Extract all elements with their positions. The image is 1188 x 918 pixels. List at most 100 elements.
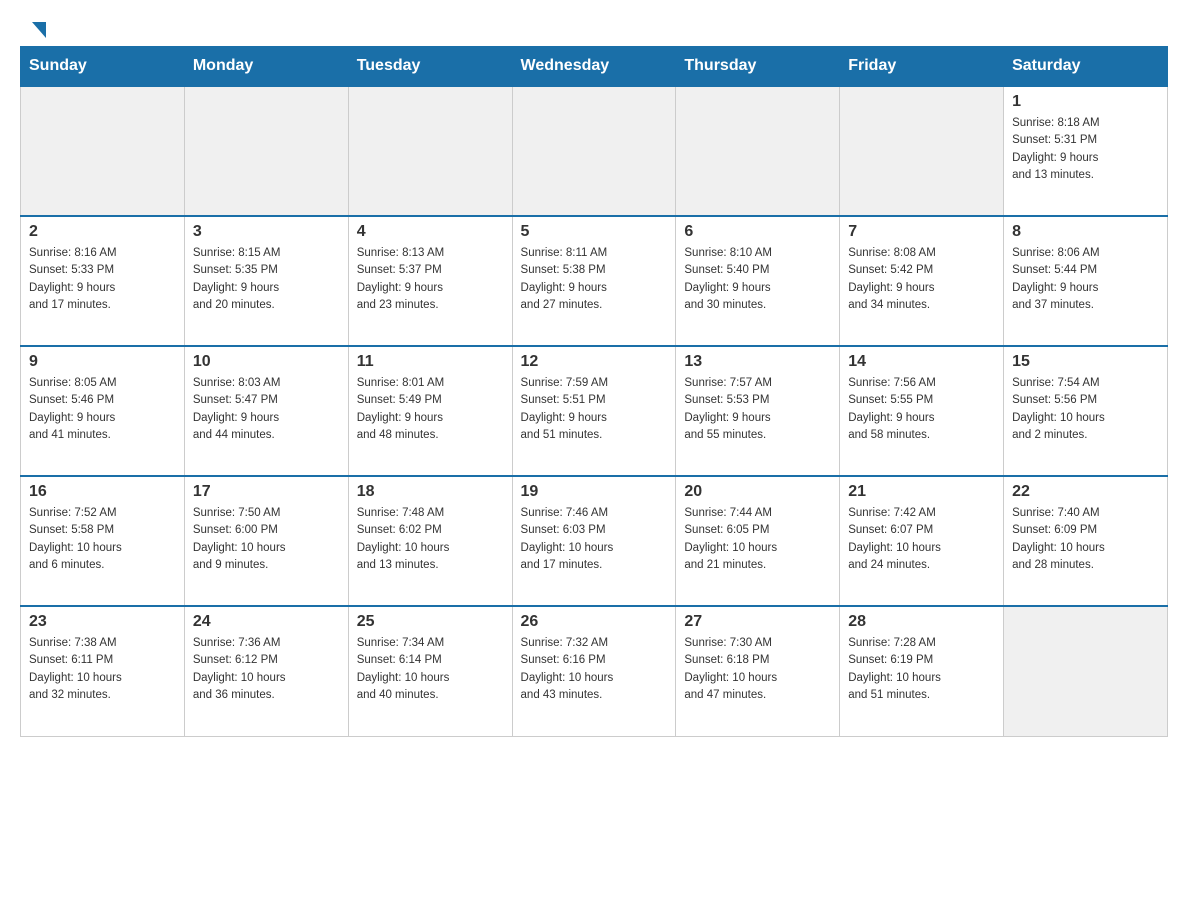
day-info: Sunrise: 7:38 AM Sunset: 6:11 PM Dayligh… (29, 635, 176, 704)
day-info: Sunrise: 8:18 AM Sunset: 5:31 PM Dayligh… (1012, 115, 1159, 184)
day-number: 22 (1012, 483, 1159, 501)
day-info: Sunrise: 7:52 AM Sunset: 5:58 PM Dayligh… (29, 505, 176, 574)
day-info: Sunrise: 8:01 AM Sunset: 5:49 PM Dayligh… (357, 375, 504, 444)
weekday-header-tuesday: Tuesday (348, 47, 512, 87)
day-number: 26 (521, 613, 668, 631)
weekday-header-monday: Monday (184, 47, 348, 87)
calendar-cell: 25 Sunrise: 7:34 AM Sunset: 6:14 PM Dayli… (348, 606, 512, 736)
day-number: 27 (684, 613, 831, 631)
calendar-week-1: 1 Sunrise: 8:18 AM Sunset: 5:31 PM Daylig… (21, 86, 1168, 216)
calendar-cell: 9 Sunrise: 8:05 AM Sunset: 5:46 PM Daylig… (21, 346, 185, 476)
calendar-cell: 15Sunrise: 7:54 AM Sunset: 5:56 PM Dayli… (1004, 346, 1168, 476)
calendar-cell: 16 Sunrise: 7:52 AM Sunset: 5:58 PM Dayli… (21, 476, 185, 606)
day-info: Sunrise: 7:56 AM Sunset: 5:55 PM Dayligh… (848, 375, 995, 444)
calendar-cell: 24Sunrise: 7:36 AM Sunset: 6:12 PM Dayli… (184, 606, 348, 736)
calendar-cell: 11 Sunrise: 8:01 AM Sunset: 5:49 PM Dayli… (348, 346, 512, 476)
logo (30, 20, 46, 36)
day-number: 6 (684, 223, 831, 241)
day-info: Sunrise: 8:10 AM Sunset: 5:40 PM Dayligh… (684, 245, 831, 314)
calendar-cell: 23 Sunrise: 7:38 AM Sunset: 6:11 PM Dayli… (21, 606, 185, 736)
weekday-header-sunday: Sunday (21, 47, 185, 87)
day-number: 25 (357, 613, 504, 631)
weekday-header-thursday: Thursday (676, 47, 840, 87)
calendar-header: SundayMondayTuesdayWednesdayThursdayFrid… (21, 47, 1168, 87)
day-info: Sunrise: 8:08 AM Sunset: 5:42 PM Dayligh… (848, 245, 995, 314)
day-info: Sunrise: 8:11 AM Sunset: 5:38 PM Dayligh… (521, 245, 668, 314)
calendar-cell (184, 86, 348, 216)
calendar-cell: 17 Sunrise: 7:50 AM Sunset: 6:00 PM Dayli… (184, 476, 348, 606)
calendar-cell: 6 Sunrise: 8:10 AM Sunset: 5:40 PM Daylig… (676, 216, 840, 346)
day-number: 20 (684, 483, 831, 501)
calendar-cell: 18Sunrise: 7:48 AM Sunset: 6:02 PM Dayli… (348, 476, 512, 606)
day-info: Sunrise: 8:05 AM Sunset: 5:46 PM Dayligh… (29, 375, 176, 444)
calendar-cell: 1 Sunrise: 8:18 AM Sunset: 5:31 PM Daylig… (1004, 86, 1168, 216)
day-number: 2 (29, 223, 176, 241)
day-info: Sunrise: 7:44 AM Sunset: 6:05 PM Dayligh… (684, 505, 831, 574)
day-info: Sunrise: 7:36 AM Sunset: 6:12 PM Dayligh… (193, 635, 340, 704)
calendar-body: 1 Sunrise: 8:18 AM Sunset: 5:31 PM Daylig… (21, 86, 1168, 736)
calendar-cell: 21 Sunrise: 7:42 AM Sunset: 6:07 PM Dayli… (840, 476, 1004, 606)
calendar-cell: 26 Sunrise: 7:32 AM Sunset: 6:16 PM Dayli… (512, 606, 676, 736)
calendar-cell (21, 86, 185, 216)
day-number: 4 (357, 223, 504, 241)
calendar-week-4: 16 Sunrise: 7:52 AM Sunset: 5:58 PM Dayli… (21, 476, 1168, 606)
day-number: 9 (29, 353, 176, 371)
weekday-header-saturday: Saturday (1004, 47, 1168, 87)
day-number: 3 (193, 223, 340, 241)
day-number: 17 (193, 483, 340, 501)
day-info: Sunrise: 7:32 AM Sunset: 6:16 PM Dayligh… (521, 635, 668, 704)
day-number: 8 (1012, 223, 1159, 241)
weekday-header-friday: Friday (840, 47, 1004, 87)
calendar-cell: 28Sunrise: 7:28 AM Sunset: 6:19 PM Dayli… (840, 606, 1004, 736)
day-number: 7 (848, 223, 995, 241)
calendar-cell: 20 Sunrise: 7:44 AM Sunset: 6:05 PM Dayli… (676, 476, 840, 606)
day-number: 21 (848, 483, 995, 501)
calendar-cell: 12 Sunrise: 7:59 AM Sunset: 5:51 PM Dayli… (512, 346, 676, 476)
logo-arrow-icon (32, 22, 46, 38)
day-info: Sunrise: 8:06 AM Sunset: 5:44 PM Dayligh… (1012, 245, 1159, 314)
day-number: 10 (193, 353, 340, 371)
calendar-cell: 4 Sunrise: 8:13 AM Sunset: 5:37 PM Daylig… (348, 216, 512, 346)
day-number: 1 (1012, 93, 1159, 111)
day-info: Sunrise: 8:03 AM Sunset: 5:47 PM Dayligh… (193, 375, 340, 444)
calendar-cell (348, 86, 512, 216)
header (0, 0, 1188, 46)
day-number: 11 (357, 353, 504, 371)
day-number: 16 (29, 483, 176, 501)
day-info: Sunrise: 7:50 AM Sunset: 6:00 PM Dayligh… (193, 505, 340, 574)
calendar-cell: 14Sunrise: 7:56 AM Sunset: 5:55 PM Dayli… (840, 346, 1004, 476)
day-info: Sunrise: 7:57 AM Sunset: 5:53 PM Dayligh… (684, 375, 831, 444)
calendar-cell: 5 Sunrise: 8:11 AM Sunset: 5:38 PM Daylig… (512, 216, 676, 346)
day-info: Sunrise: 7:59 AM Sunset: 5:51 PM Dayligh… (521, 375, 668, 444)
calendar-week-2: 2 Sunrise: 8:16 AM Sunset: 5:33 PM Daylig… (21, 216, 1168, 346)
calendar-cell (840, 86, 1004, 216)
day-number: 23 (29, 613, 176, 631)
calendar-wrapper: SundayMondayTuesdayWednesdayThursdayFrid… (0, 46, 1188, 757)
calendar-cell (1004, 606, 1168, 736)
day-info: Sunrise: 8:13 AM Sunset: 5:37 PM Dayligh… (357, 245, 504, 314)
day-number: 15 (1012, 353, 1159, 371)
calendar-cell (512, 86, 676, 216)
day-number: 12 (521, 353, 668, 371)
calendar-cell: 13Sunrise: 7:57 AM Sunset: 5:53 PM Dayli… (676, 346, 840, 476)
calendar-cell: 27Sunrise: 7:30 AM Sunset: 6:18 PM Dayli… (676, 606, 840, 736)
calendar-table: SundayMondayTuesdayWednesdayThursdayFrid… (20, 46, 1168, 737)
calendar-cell (676, 86, 840, 216)
weekday-header-wednesday: Wednesday (512, 47, 676, 87)
day-info: Sunrise: 7:34 AM Sunset: 6:14 PM Dayligh… (357, 635, 504, 704)
calendar-week-5: 23 Sunrise: 7:38 AM Sunset: 6:11 PM Dayli… (21, 606, 1168, 736)
calendar-cell: 19 Sunrise: 7:46 AM Sunset: 6:03 PM Dayli… (512, 476, 676, 606)
calendar-cell: 8 Sunrise: 8:06 AM Sunset: 5:44 PM Daylig… (1004, 216, 1168, 346)
day-info: Sunrise: 8:16 AM Sunset: 5:33 PM Dayligh… (29, 245, 176, 314)
day-number: 18 (357, 483, 504, 501)
calendar-cell: 2 Sunrise: 8:16 AM Sunset: 5:33 PM Daylig… (21, 216, 185, 346)
calendar-cell: 10 Sunrise: 8:03 AM Sunset: 5:47 PM Dayli… (184, 346, 348, 476)
calendar-cell: 22Sunrise: 7:40 AM Sunset: 6:09 PM Dayli… (1004, 476, 1168, 606)
day-info: Sunrise: 7:42 AM Sunset: 6:07 PM Dayligh… (848, 505, 995, 574)
day-info: Sunrise: 7:46 AM Sunset: 6:03 PM Dayligh… (521, 505, 668, 574)
day-info: Sunrise: 7:28 AM Sunset: 6:19 PM Dayligh… (848, 635, 995, 704)
day-number: 5 (521, 223, 668, 241)
day-info: Sunrise: 8:15 AM Sunset: 5:35 PM Dayligh… (193, 245, 340, 314)
calendar-cell: 3 Sunrise: 8:15 AM Sunset: 5:35 PM Daylig… (184, 216, 348, 346)
day-number: 19 (521, 483, 668, 501)
